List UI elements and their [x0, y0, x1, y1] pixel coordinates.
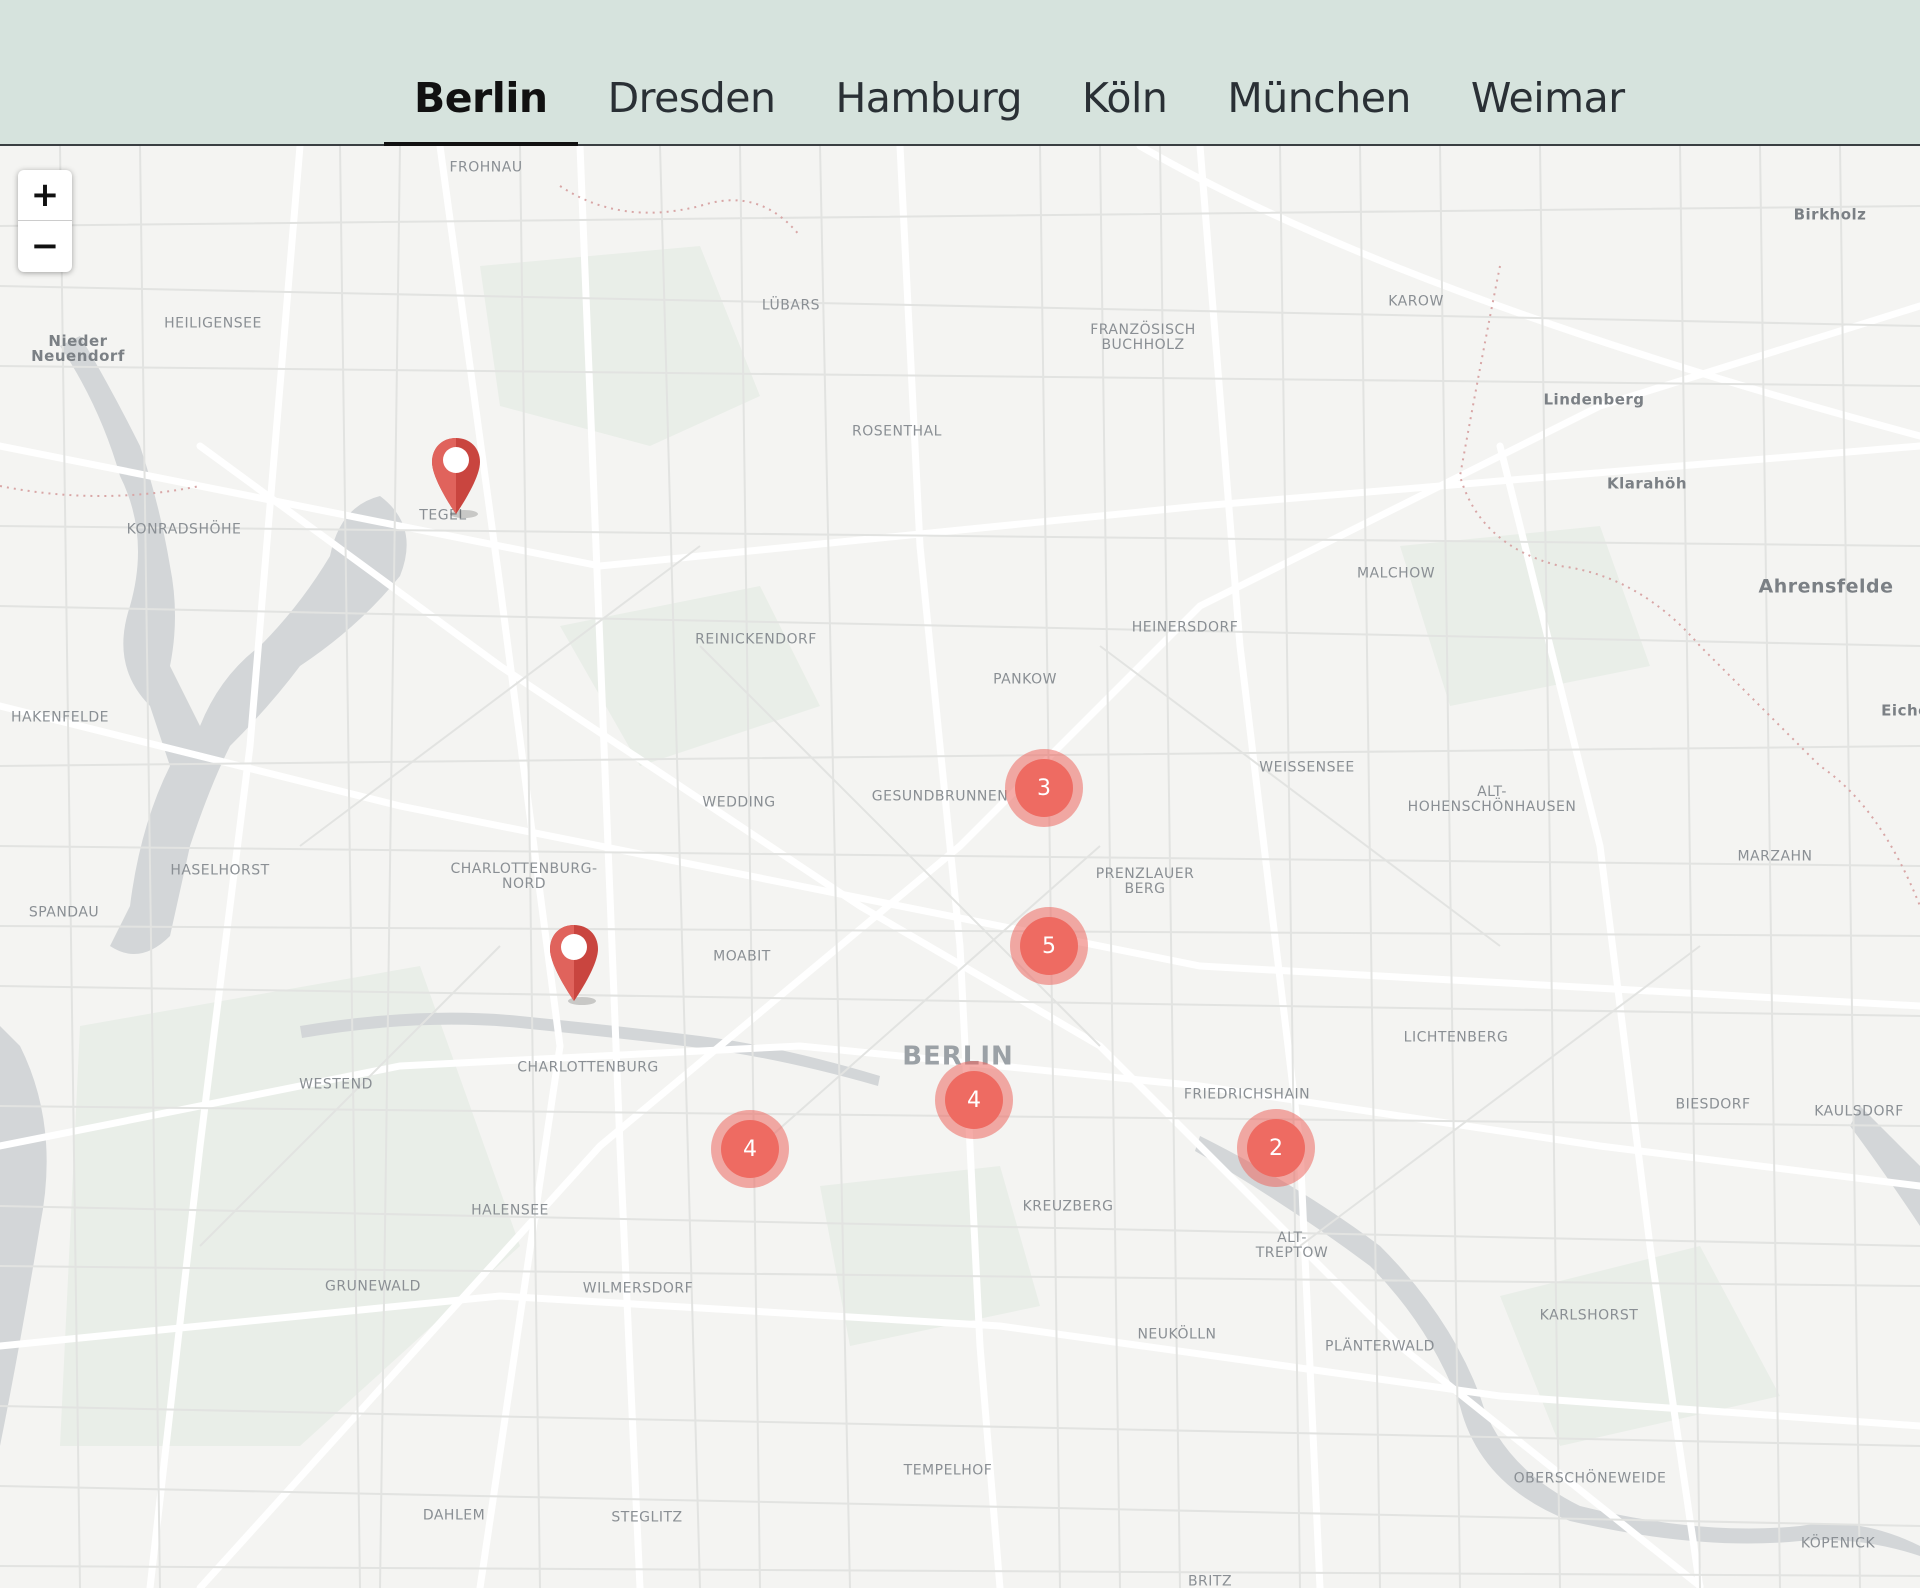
place-label: Lichtenberg [1403, 1029, 1509, 1046]
basemap [0, 146, 1920, 1588]
place-label: Friedrichshain [1183, 1086, 1311, 1103]
place-label: Grunewald [325, 1278, 421, 1295]
map-pin-marker[interactable] [548, 923, 600, 1005]
tab-weimar[interactable]: Weimar [1441, 74, 1655, 146]
tab-muenchen[interactable]: München [1197, 74, 1441, 146]
marker-cluster[interactable]: 2 [1237, 1109, 1315, 1187]
place-label: Wilmersdorf [582, 1280, 694, 1297]
place-label: Klarahöh [1606, 474, 1688, 493]
city-tabs: Berlin Dresden Hamburg Köln München Weim… [384, 0, 1655, 148]
place-label: Hakenfelde [11, 709, 109, 726]
cluster-count: 4 [945, 1071, 1003, 1129]
place-label: Westend [299, 1076, 373, 1093]
cluster-count: 5 [1020, 917, 1078, 975]
place-label: Dahlem [422, 1507, 486, 1524]
place-label: Konradshöhe [126, 521, 242, 538]
tab-koeln[interactable]: Köln [1052, 74, 1197, 146]
place-label: Köpenick [1800, 1535, 1876, 1552]
place-label: Marzahn [1737, 848, 1813, 865]
place-label: Reinickendorf [695, 631, 817, 648]
place-label: Neukölln [1137, 1326, 1217, 1343]
tab-dresden[interactable]: Dresden [578, 74, 806, 146]
map-view[interactable]: Frohnau Birkholz Heiligensee Nieder Neue… [0, 146, 1920, 1588]
place-label: Heiligensee [164, 315, 262, 332]
place-label: Kreuzberg [1022, 1198, 1114, 1215]
place-label: Spandau [28, 904, 100, 921]
place-label: Lindenberg [1543, 390, 1645, 409]
place-label: Malchow [1356, 565, 1436, 582]
place-label: Ahrensfelde [1758, 575, 1894, 598]
place-label: Birkholz [1793, 205, 1867, 224]
place-label: Wedding [702, 794, 776, 811]
marker-cluster[interactable]: 3 [1005, 749, 1083, 827]
place-label: Halensee [471, 1202, 549, 1219]
place-label: Moabit [713, 948, 771, 965]
place-label: Rosenthal [852, 423, 942, 440]
place-label: Charlottenburg [517, 1059, 659, 1076]
place-label: Heinersdorf [1131, 619, 1239, 636]
place-label: Pankow [993, 671, 1057, 688]
place-label: Frohnau [449, 159, 523, 176]
place-label: Alt- Hohenschönhausen [1407, 784, 1577, 815]
marker-cluster[interactable]: 4 [935, 1061, 1013, 1139]
place-label: Biesdorf [1675, 1096, 1751, 1113]
marker-cluster[interactable]: 4 [711, 1110, 789, 1188]
place-label: Charlottenburg- Nord [450, 861, 598, 892]
cluster-count: 3 [1015, 759, 1073, 817]
zoom-control: + − [18, 170, 72, 272]
place-label: Oberschöneweide [1513, 1470, 1667, 1487]
place-label: Haselhorst [170, 862, 270, 879]
tab-berlin[interactable]: Berlin [384, 74, 578, 148]
place-label: Karow [1388, 293, 1444, 310]
place-label: Kaulsdorf [1814, 1103, 1904, 1120]
tab-hamburg[interactable]: Hamburg [805, 74, 1052, 146]
place-label: Britz [1187, 1573, 1233, 1588]
place-label: Lübars [761, 297, 821, 314]
place-label: Alt- Treptow [1255, 1230, 1329, 1261]
place-label: Weissensee [1259, 759, 1355, 776]
zoom-out-button[interactable]: − [18, 221, 72, 271]
map-pin-marker[interactable] [430, 436, 482, 518]
place-label: Karlshorst [1539, 1307, 1639, 1324]
place-label: Prenzlauer Berg [1095, 866, 1195, 897]
city-tab-bar: Berlin Dresden Hamburg Köln München Weim… [0, 0, 1920, 148]
place-label: Steglitz [611, 1509, 683, 1526]
place-label: Tempelhof [903, 1462, 993, 1479]
place-label: Nieder Neuendorf [31, 332, 125, 365]
place-label: Französisch Buchholz [1090, 322, 1196, 353]
zoom-in-button[interactable]: + [18, 170, 72, 221]
place-label: Eiche [1881, 701, 1920, 720]
cluster-count: 4 [721, 1120, 779, 1178]
cluster-count: 2 [1247, 1119, 1305, 1177]
marker-cluster[interactable]: 5 [1010, 907, 1088, 985]
place-label: Plänterwald [1325, 1338, 1435, 1355]
place-label: Gesundbrunnen [871, 788, 1009, 805]
place-label-berlin: Berlin [902, 1041, 1014, 1072]
